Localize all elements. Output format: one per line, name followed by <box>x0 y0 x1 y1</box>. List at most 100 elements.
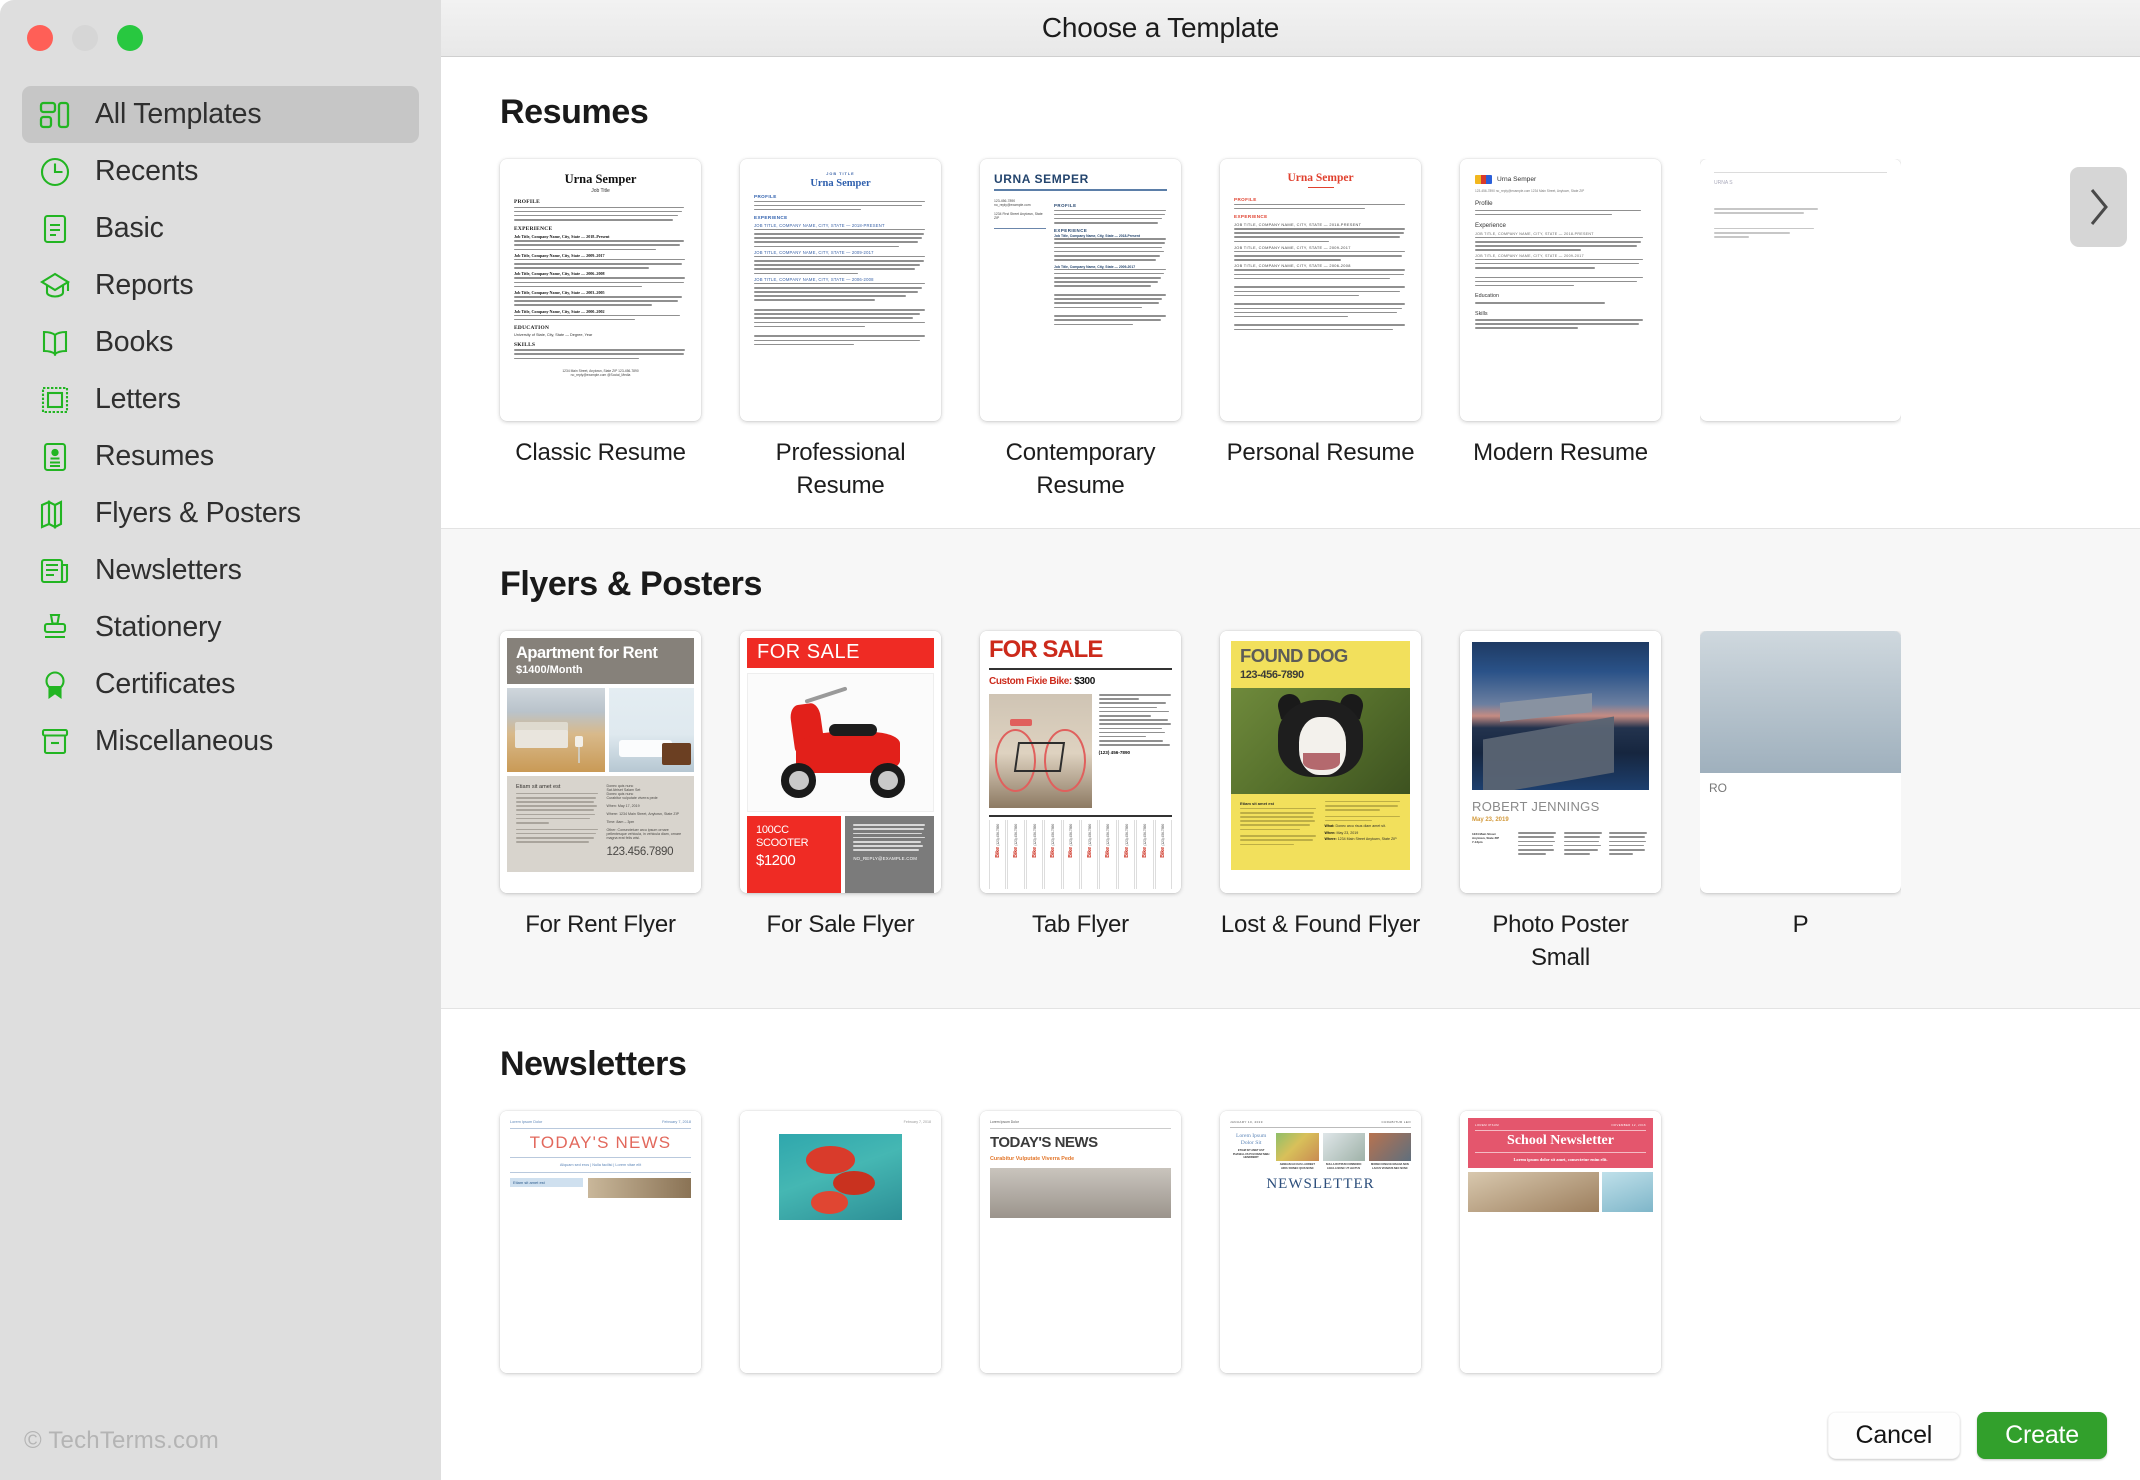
tab-label: Bike <box>994 847 1001 858</box>
thumb-name: Urna Semper <box>564 172 637 186</box>
template-thumbnail[interactable]: Lorem Ipsum Dolor TODAY'S NEWS Curabitur… <box>980 1111 1181 1374</box>
template-thumbnail[interactable]: FOR SALE 100CC SCOOTER $1200 NO_REPLY@EX… <box>740 631 941 894</box>
tear-off-tab: Bike (123) 456-7890 <box>1007 820 1025 890</box>
template-tile-professional-resume[interactable]: JOB TITLE Urna Semper PROFILE EXPERIENCE… <box>740 159 941 502</box>
thumb-job: JOB TITLE, COMPANY NAME, CITY, STATE — 2… <box>1234 244 1351 250</box>
template-tile-modern-resume[interactable]: Urna Semper 123-456-7890 no_reply@exampl… <box>1460 159 1661 502</box>
newsletter-lead: Lorem Ipsum Dolor Sit <box>1235 1133 1267 1147</box>
template-label: Tab Flyer <box>1032 911 1129 939</box>
template-tile-for-rent-flyer[interactable]: Apartment for Rent $1400/Month Etiam sit… <box>500 631 701 974</box>
template-tile-newsletter-2[interactable]: February 7, 2018 <box>740 1111 941 1390</box>
newsletter-kicker: CURABITUR LEO <box>1381 1120 1411 1125</box>
sidebar-item-reports[interactable]: Reports <box>22 257 419 314</box>
sidebar-item-stationery[interactable]: Stationery <box>22 599 419 656</box>
template-thumbnail[interactable]: Lorem Ipsum Dolor February 7, 2018 TODAY… <box>500 1111 701 1374</box>
tab-label: Bike <box>1068 847 1075 858</box>
template-thumbnail[interactable]: ROBERT JENNINGS May 23, 2019 1234 Main S… <box>1460 631 1661 894</box>
poster-name: ROBERT JENNINGS <box>1472 799 1600 815</box>
thumb-education: University of State, City, State — Degre… <box>514 332 593 337</box>
template-thumbnail[interactable]: URNA S <box>1700 159 1901 421</box>
tab-phone: (123) 456-7890 <box>995 824 1000 846</box>
template-tile-newsletter-4[interactable]: JANUARY 10, 2019 CURABITUR LEO Lorem Ips… <box>1220 1111 1421 1390</box>
template-thumbnail[interactable]: JANUARY 10, 2019 CURABITUR LEO Lorem Ips… <box>1220 1111 1421 1374</box>
scroll-right-button[interactable] <box>2070 167 2127 247</box>
newsletter-caption: MORBI CONGUE MAGNA NON LACUS VIVAMUS NEC… <box>1371 1163 1409 1170</box>
template-thumbnail[interactable]: LOREM IPSUM NOVEMBER 12, 2016 School New… <box>1460 1111 1661 1374</box>
flyer-price: $1400/Month <box>516 663 583 676</box>
sidebar-item-label: Recents <box>95 155 199 187</box>
title-bar: Choose a Template <box>441 0 2140 57</box>
thumb-section: Experience <box>1475 222 1506 230</box>
close-button[interactable] <box>27 25 53 51</box>
tear-off-tab: Bike (123) 456-7890 <box>1099 820 1117 890</box>
template-tile-contemporary-resume[interactable]: URNA SEMPER 123-456-7890 no_reply@exampl… <box>980 159 1181 502</box>
template-label: P <box>1792 911 1809 939</box>
sidebar-item-miscellaneous[interactable]: Miscellaneous <box>22 713 419 770</box>
sidebar-item-recents[interactable]: Recents <box>22 143 419 200</box>
stamp-frame-icon <box>36 381 74 419</box>
sidebar-item-all-templates[interactable]: All Templates <box>22 86 419 143</box>
sidebar-item-basic[interactable]: Basic <box>22 200 419 257</box>
section-heading: Flyers & Posters <box>500 565 762 604</box>
tear-off-tab: Bike (123) 456-7890 <box>1136 820 1154 890</box>
sidebar-item-flyers-posters[interactable]: Flyers & Posters <box>22 485 419 542</box>
template-thumbnail[interactable]: FOUND DOG 123-456-7890 Etiam sit amet es… <box>1220 631 1421 894</box>
section-heading: Newsletters <box>500 1045 687 1084</box>
template-tile-photo-poster-small[interactable]: ROBERT JENNINGS May 23, 2019 1234 Main S… <box>1460 631 1661 974</box>
bicycle-photo <box>989 694 1092 809</box>
template-thumbnail[interactable]: Apartment for Rent $1400/Month Etiam sit… <box>500 631 701 894</box>
template-thumbnail[interactable]: FOR SALE Custom Fixie Bike: $300 (123) 4… <box>980 631 1181 894</box>
thumb-contact: 123-456-7890 no_reply@example.com 1234 M… <box>1475 189 1585 193</box>
template-tile-newsletter-3[interactable]: Lorem Ipsum Dolor TODAY'S NEWS Curabitur… <box>980 1111 1181 1390</box>
tab-label: Bike <box>1160 847 1167 858</box>
template-thumbnail[interactable]: February 7, 2018 <box>740 1111 941 1374</box>
thumb-section: EXPERIENCE <box>514 225 553 232</box>
bathroom-photo <box>608 687 694 772</box>
sidebar: All Templates Recents Basic Reports Book… <box>0 0 441 1480</box>
flyer-phone: (123) 456-7890 <box>1098 749 1131 755</box>
sidebar-item-certificates[interactable]: Certificates <box>22 656 419 713</box>
template-tile-classic-resume[interactable]: Urna Semper Job Title PROFILE EXPERIENCE… <box>500 159 701 502</box>
template-tile-for-sale-flyer[interactable]: FOR SALE 100CC SCOOTER $1200 NO_REPLY@EX… <box>740 631 941 974</box>
template-thumbnail[interactable]: Urna Semper Job Title PROFILE EXPERIENCE… <box>500 159 701 421</box>
template-thumbnail[interactable]: JOB TITLE Urna Semper PROFILE EXPERIENCE… <box>740 159 941 421</box>
template-tile-newsletter-1[interactable]: Lorem Ipsum Dolor February 7, 2018 TODAY… <box>500 1111 701 1390</box>
section-heading: Resumes <box>500 93 649 131</box>
template-tile-partial[interactable]: URNA S <box>1700 159 1901 502</box>
flyer-photos <box>507 687 694 772</box>
create-button[interactable]: Create <box>1977 1411 2107 1459</box>
cancel-button[interactable]: Cancel <box>1827 1411 1961 1459</box>
thumb-job: JOB TITLE, COMPANY NAME, CITY, STATE — 2… <box>1234 222 1362 228</box>
flyer-body-heading: Etiam sit amet est <box>516 783 561 790</box>
sidebar-item-newsletters[interactable]: Newsletters <box>22 542 419 599</box>
newspaper-icon <box>36 552 74 590</box>
template-label: Classic Resume <box>515 439 686 466</box>
sidebar-item-books[interactable]: Books <box>22 314 419 371</box>
where-value: 1234 Main Street Anytown, State ZIP <box>1337 837 1397 842</box>
template-thumbnail[interactable]: Urna Semper PROFILE EXPERIENCE JOB TITLE… <box>1220 159 1421 421</box>
sidebar-item-resumes[interactable]: Resumes <box>22 428 419 485</box>
newsletter-subhead: Curabitur Vulputate Viverra Pede <box>990 1156 1075 1163</box>
when-value: May 23, 2019 <box>1336 830 1359 835</box>
flowers-photo <box>778 1134 903 1221</box>
template-tile-newsletter-5[interactable]: LOREM IPSUM NOVEMBER 12, 2016 School New… <box>1460 1111 1661 1390</box>
flyer-phone: 123.456.7890 <box>606 845 674 858</box>
minimize-button[interactable] <box>72 25 98 51</box>
template-thumbnail[interactable]: Urna Semper 123-456-7890 no_reply@exampl… <box>1460 159 1661 421</box>
zoom-button[interactable] <box>117 25 143 51</box>
tab-label: Bike <box>1013 847 1020 858</box>
template-tile-lost-found-flyer[interactable]: FOUND DOG 123-456-7890 Etiam sit amet es… <box>1220 631 1421 974</box>
newsletter-date: NOVEMBER 12, 2016 <box>1611 1123 1646 1128</box>
grid-icon <box>36 96 74 134</box>
sidebar-item-letters[interactable]: Letters <box>22 371 419 428</box>
template-label: Contemporary Resume <box>1005 439 1156 500</box>
section-newsletters: Newsletters Lorem Ipsum Dolor February 7… <box>441 1009 2140 1390</box>
template-thumbnail[interactable]: RO <box>1700 631 1901 894</box>
template-tile-personal-resume[interactable]: Urna Semper PROFILE EXPERIENCE JOB TITLE… <box>1220 159 1421 502</box>
template-tile-tab-flyer[interactable]: FOR SALE Custom Fixie Bike: $300 (123) 4… <box>980 631 1181 974</box>
flyer-body-heading: Etiam sit amet est <box>1240 800 1275 806</box>
newsletter-title: School Newsletter <box>1507 1133 1614 1149</box>
template-scroll-area[interactable]: Resumes Urna Semper Job Title PROFILE EX… <box>441 57 2140 1390</box>
template-thumbnail[interactable]: URNA SEMPER 123-456-7890 no_reply@exampl… <box>980 159 1181 421</box>
template-tile-partial[interactable]: RO P <box>1700 631 1901 974</box>
